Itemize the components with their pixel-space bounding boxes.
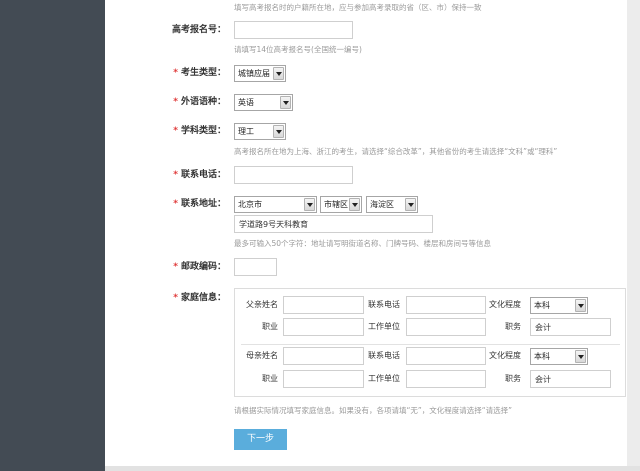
postcode-label-text: 邮政编码： xyxy=(180,262,226,272)
family-divider xyxy=(241,344,620,345)
mother-occupation-input[interactable] xyxy=(283,370,364,388)
subject-type-hint: 高考报名所在地为上海、浙江的考生，请选择“综合改革”，其他省份的考生请选择“文科… xyxy=(234,147,558,156)
subject-type-label-text: 学科类型： xyxy=(180,126,226,136)
mother-workplace-input[interactable] xyxy=(406,370,486,388)
father-occupation-label: 职业 xyxy=(262,322,278,331)
phone-label: * 联系电话： xyxy=(115,168,226,182)
dropdown-arrow-icon[interactable] xyxy=(405,198,416,211)
family-info-box: 父亲姓名 联系电话 文化程度 本科 职业 工作单位 职务 母亲姓名 联系电话 文… xyxy=(234,288,626,397)
left-sidebar xyxy=(0,0,105,471)
exam-number-label: 高考报名号： xyxy=(171,25,226,35)
dropdown-arrow-icon[interactable] xyxy=(280,96,291,109)
father-name-input[interactable] xyxy=(283,296,364,314)
dropdown-arrow-icon[interactable] xyxy=(575,350,586,363)
mother-name-input[interactable] xyxy=(283,347,364,365)
required-marker: * xyxy=(173,170,178,180)
required-marker: * xyxy=(173,262,178,272)
city-value: 市辖区 xyxy=(324,200,348,209)
father-phone-label: 联系电话 xyxy=(368,300,400,309)
language-value: 英语 xyxy=(238,98,254,107)
dropdown-arrow-icon[interactable] xyxy=(349,198,360,211)
student-type-label: * 考生类型： xyxy=(115,66,226,80)
dropdown-arrow-icon[interactable] xyxy=(304,198,315,211)
province-select[interactable]: 北京市 xyxy=(234,196,317,213)
next-step-button[interactable]: 下一步 xyxy=(234,429,287,450)
student-type-value: 城镇应届 xyxy=(238,69,270,78)
language-select[interactable]: 英语 xyxy=(234,94,293,111)
mother-phone-label: 联系电话 xyxy=(368,351,400,360)
mother-name-label: 母亲姓名 xyxy=(246,351,278,360)
mother-workplace-label: 工作单位 xyxy=(368,374,400,383)
phone-label-text: 联系电话： xyxy=(180,170,226,180)
right-gutter xyxy=(627,0,640,471)
mother-education-label: 文化程度 xyxy=(489,351,521,360)
father-name-label: 父亲姓名 xyxy=(246,300,278,309)
mother-position-input[interactable] xyxy=(530,370,611,388)
address-detail-input[interactable] xyxy=(234,215,433,233)
household-hint: 填写高考报名时的户籍所在地，应与参加高考录取的省（区、市）保持一致 xyxy=(234,3,482,12)
father-education-value: 本科 xyxy=(534,301,550,310)
student-type-select[interactable]: 城镇应届 xyxy=(234,65,286,82)
father-position-label: 职务 xyxy=(505,322,521,331)
mother-phone-input[interactable] xyxy=(406,347,486,365)
district-select[interactable]: 海淀区 xyxy=(366,196,418,213)
exam-number-hint: 请填写14位高考报名号(全国统一编号) xyxy=(234,45,362,54)
address-label: * 联系地址： xyxy=(115,197,226,211)
required-marker: * xyxy=(173,126,178,136)
father-workplace-input[interactable] xyxy=(406,318,486,336)
father-education-select[interactable]: 本科 xyxy=(530,297,588,314)
subject-type-value: 理工 xyxy=(238,127,254,136)
city-select[interactable]: 市辖区 xyxy=(320,196,362,213)
family-info-label: * 家庭信息： xyxy=(115,291,226,305)
address-label-text: 联系地址： xyxy=(180,199,226,209)
father-phone-input[interactable] xyxy=(406,296,486,314)
exam-number-input[interactable] xyxy=(234,21,353,39)
mother-position-label: 职务 xyxy=(505,374,521,383)
student-type-label-text: 考生类型： xyxy=(180,68,226,78)
mother-education-value: 本科 xyxy=(534,352,550,361)
phone-input[interactable] xyxy=(234,166,353,184)
language-label-text: 外语语种： xyxy=(180,97,226,107)
family-info-label-text: 家庭信息： xyxy=(180,293,226,303)
dropdown-arrow-icon[interactable] xyxy=(273,125,284,138)
family-info-hint: 请根据实际情况填写家庭信息。如果没有，各项请填“无”，文化程度请选择“请选择” xyxy=(234,406,513,415)
mother-occupation-label: 职业 xyxy=(262,374,278,383)
province-value: 北京市 xyxy=(238,200,262,209)
mother-education-select[interactable]: 本科 xyxy=(530,348,588,365)
father-occupation-input[interactable] xyxy=(283,318,364,336)
bottom-gutter xyxy=(105,466,640,471)
registration-form: 填写高考报名时的户籍所在地，应与参加高考录取的省（区、市）保持一致 高考报名号：… xyxy=(105,0,627,466)
required-marker: * xyxy=(173,199,178,209)
father-workplace-label: 工作单位 xyxy=(368,322,400,331)
dropdown-arrow-icon[interactable] xyxy=(575,299,586,312)
father-education-label: 文化程度 xyxy=(489,300,521,309)
subject-type-select[interactable]: 理工 xyxy=(234,123,286,140)
father-position-input[interactable] xyxy=(530,318,611,336)
postcode-label: * 邮政编码： xyxy=(115,260,226,274)
language-label: * 外语语种： xyxy=(115,95,226,109)
required-marker: * xyxy=(173,97,178,107)
postcode-input[interactable] xyxy=(234,258,277,276)
required-marker: * xyxy=(173,68,178,78)
dropdown-arrow-icon[interactable] xyxy=(273,67,284,80)
required-marker: * xyxy=(173,293,178,303)
district-value: 海淀区 xyxy=(370,200,394,209)
address-hint: 最多可输入50个字符：地址请写明街道名称、门牌号码、楼层和房间号等信息 xyxy=(234,239,492,248)
subject-type-label: * 学科类型： xyxy=(115,124,226,138)
